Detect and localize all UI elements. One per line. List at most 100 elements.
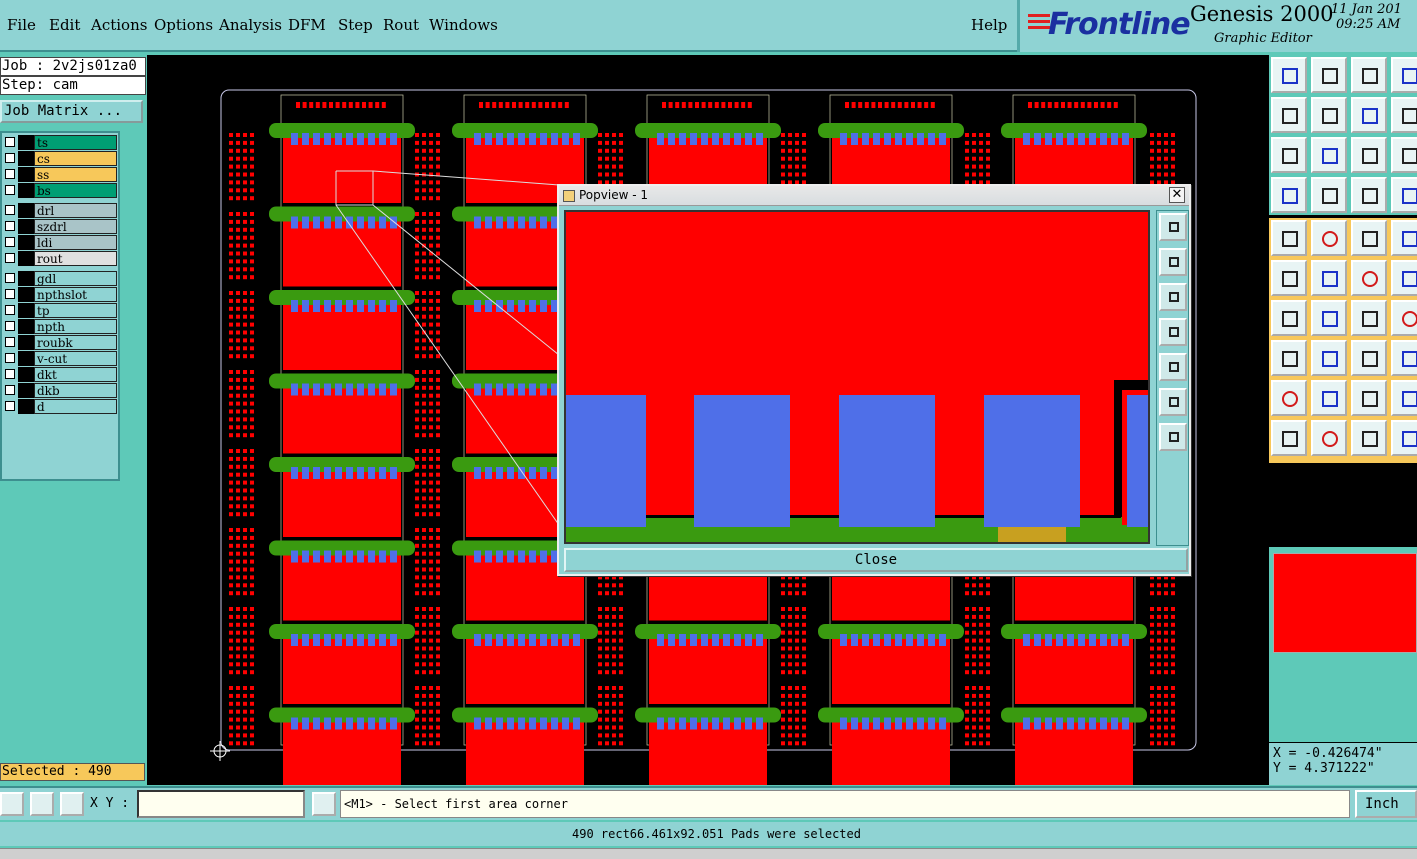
pv-pan-left-icon[interactable] [1159,318,1187,346]
menu-dfm[interactable]: DFM [288,16,326,34]
select-snap-icon[interactable] [1391,420,1417,456]
layer-color-swatch[interactable] [18,399,34,414]
layer-name[interactable]: roubk [34,335,117,350]
resize-icon[interactable] [1271,340,1307,376]
layer-checkbox[interactable] [5,385,15,395]
layer-checkbox[interactable] [5,321,15,331]
layer-row-dkt[interactable]: dkt [2,367,118,383]
layer-row-gdl[interactable]: gdl [2,271,118,287]
rotate-icon[interactable] [1351,300,1387,336]
layer-name[interactable]: gdl [34,271,117,286]
layer-name[interactable]: rout [34,251,117,266]
layer-row-npthslot[interactable]: npthslot [2,287,118,303]
circle-icon[interactable] [1391,220,1417,256]
popview-zoom-view[interactable] [564,210,1150,544]
add-pad-icon[interactable] [1271,220,1307,256]
split-icon[interactable] [1311,340,1347,376]
move-icon[interactable] [1351,260,1387,296]
layer-name[interactable]: dkb [34,383,117,398]
layer-name[interactable]: npthslot [34,287,117,302]
pan-icon[interactable] [1391,97,1417,133]
layer-color-swatch[interactable] [18,183,34,198]
menu-analysis[interactable]: Analysis [219,16,282,34]
pan-swap-icon[interactable] [1351,97,1387,133]
layer-color-swatch[interactable] [18,135,34,150]
layer-row-npth[interactable]: npth [2,319,118,335]
close-icon[interactable]: ✕ [1169,187,1185,203]
menu-actions[interactable]: Actions [91,16,147,34]
layer-checkbox[interactable] [5,169,15,179]
layer-name[interactable]: cs [34,151,117,166]
layer-row-ts[interactable]: ts [2,135,118,151]
layer-name[interactable]: dkt [34,367,117,382]
pv-zoom-in-icon[interactable] [1159,388,1187,416]
layer-checkbox[interactable] [5,137,15,147]
layer-name[interactable]: szdrl [34,219,117,234]
layer-name[interactable]: ss [34,167,117,182]
layer-name[interactable]: npth [34,319,117,334]
layer-row-roubk[interactable]: roubk [2,335,118,351]
layer-row-dkb[interactable]: dkb [2,383,118,399]
pan-right-icon[interactable] [1311,97,1347,133]
connect-icon[interactable] [1271,260,1307,296]
units-button[interactable]: Inch [1355,790,1417,818]
shape-a-icon[interactable] [1351,380,1387,416]
layer-checkbox[interactable] [5,337,15,347]
zoom-home-icon[interactable] [1271,57,1307,93]
layer-color-swatch[interactable] [18,251,34,266]
select-box-icon[interactable] [1311,420,1347,456]
ruler-icon[interactable] [1351,220,1387,256]
zoom-left-icon[interactable] [1391,57,1417,93]
menu-step[interactable]: Step [338,16,373,34]
measure-dist-icon[interactable] [1351,340,1387,376]
layer-checkbox[interactable] [5,237,15,247]
popview-titlebar[interactable]: Popview - 1 ✕ [559,186,1189,206]
layer-color-swatch[interactable] [18,271,34,286]
layer-row-bs[interactable]: bs [2,183,118,199]
layer-name[interactable]: ts [34,135,117,150]
angle-icon[interactable] [1271,300,1307,336]
menu-rout[interactable]: Rout [383,16,419,34]
layer-checkbox[interactable] [5,369,15,379]
layer-checkbox[interactable] [5,205,15,215]
menu-file[interactable]: File [7,16,36,34]
snap-icon[interactable] [0,792,24,816]
stretch-icon[interactable] [1391,260,1417,296]
select-edge-icon[interactable] [1351,420,1387,456]
select-arrow-icon[interactable] [1271,420,1307,456]
menu-windows[interactable]: Windows [429,16,498,34]
layer-name[interactable]: d [34,399,117,414]
layer-color-swatch[interactable] [18,167,34,182]
pv-pan-up-icon[interactable] [1159,248,1187,276]
parallel-icon[interactable] [1391,300,1417,336]
zoom-fit-icon[interactable] [1271,137,1307,173]
layer-checkbox[interactable] [5,185,15,195]
help-icon[interactable] [1391,137,1417,173]
alert-icon[interactable] [312,792,336,816]
layer-name[interactable]: bs [34,183,117,198]
layer-color-swatch[interactable] [18,235,34,250]
menu-edit[interactable]: Edit [49,16,80,34]
layer-color-swatch[interactable] [18,367,34,382]
zoom-in-icon[interactable] [1311,57,1347,93]
popview-close-button[interactable]: Close [564,548,1188,572]
menu-options[interactable]: Options [154,16,213,34]
layer-checkbox[interactable] [5,289,15,299]
pv-pan-right-icon[interactable] [1159,353,1187,381]
pv-pan-down-icon[interactable] [1159,283,1187,311]
layer-row-d[interactable]: d [2,399,118,415]
zoom-house-icon[interactable] [1351,57,1387,93]
shape-b-icon[interactable] [1391,380,1417,416]
angle-icon[interactable] [30,792,54,816]
layer-color-swatch[interactable] [18,287,34,302]
triangle-icon[interactable] [1271,380,1307,416]
layer-color-swatch[interactable] [18,351,34,366]
pan-left-icon[interactable] [1271,97,1307,133]
layer-checkbox[interactable] [5,153,15,163]
layer-color-swatch[interactable] [18,303,34,318]
menu-help[interactable]: Help [971,16,1007,34]
layer-name[interactable]: ldi [34,235,117,250]
layer-row-drl[interactable]: drl [2,203,118,219]
layer-checkbox[interactable] [5,401,15,411]
window-menu-icon[interactable] [563,190,575,202]
